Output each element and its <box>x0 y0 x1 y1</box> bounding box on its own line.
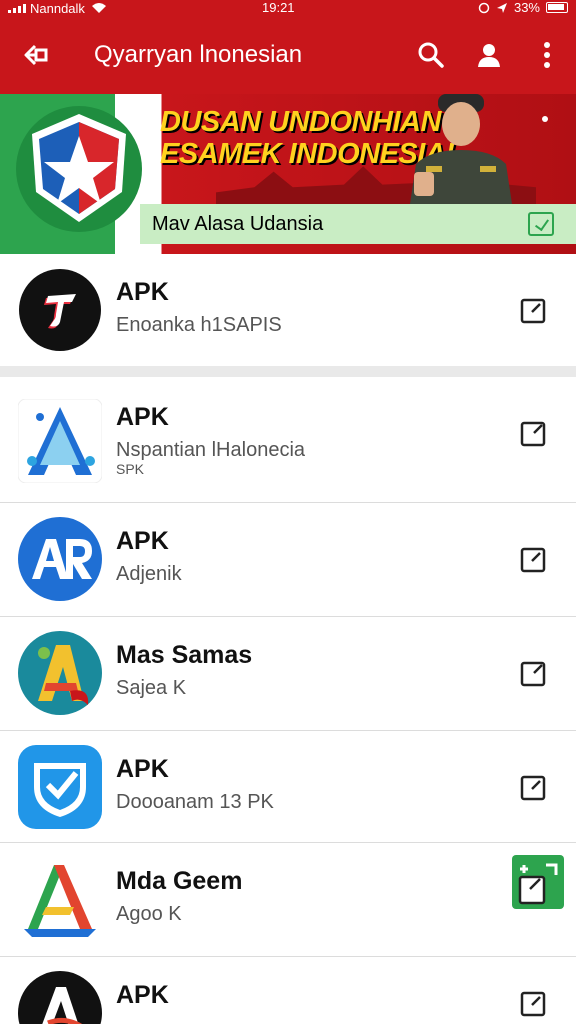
app-name: APK <box>116 403 169 431</box>
featured-card: APK Enoanka h1SAPIS <box>0 254 576 366</box>
app-subtitle-secondary: SPK <box>116 461 145 477</box>
banner-subtitle: Mav Alasa Udansia <box>152 212 324 235</box>
search-icon <box>418 42 444 68</box>
account-icon <box>478 44 500 67</box>
black-a-icon <box>18 971 102 1024</box>
app-name: APK <box>116 527 169 555</box>
arrow-back-icon <box>24 44 48 66</box>
location-icon <box>496 2 507 13</box>
app-row-6[interactable]: Mda Geem Agoo K <box>0 843 576 957</box>
shield-check-icon <box>18 745 102 829</box>
status-time: 19:21 <box>262 0 295 15</box>
account-button[interactable] <box>460 16 518 94</box>
open-icon[interactable] <box>520 547 546 573</box>
signal-icon <box>8 3 26 13</box>
app-row-4[interactable]: Mas Samas Sajea K <box>0 617 576 731</box>
more-options-button[interactable] <box>518 16 576 94</box>
star-shield-emblem-icon <box>16 106 142 232</box>
app-row-1[interactable]: APK Enoanka h1SAPIS <box>0 254 576 366</box>
banner-indicator <box>542 116 548 122</box>
app-subtitle: Nspantian lHalonecia <box>116 439 306 461</box>
alarm-icon <box>478 2 490 13</box>
ar-logo-icon <box>18 517 102 601</box>
app-row-7[interactable]: APK <box>0 957 576 1024</box>
open-icon[interactable] <box>520 421 546 447</box>
tricolor-a-icon <box>24 865 96 937</box>
app-subtitle: Doooanam 13 PK <box>116 791 274 813</box>
open-icon[interactable] <box>520 775 546 801</box>
app-subtitle: Adjenik <box>116 563 182 585</box>
wifi-icon <box>91 3 106 13</box>
colorful-a-icon <box>18 631 102 715</box>
open-icon[interactable] <box>520 298 546 324</box>
search-button[interactable] <box>402 16 460 94</box>
open-icon[interactable] <box>520 991 546 1017</box>
app-name: Mda Geem <box>116 867 243 895</box>
carrier-name: Nanndalk <box>30 0 85 16</box>
arrow-a-icon <box>18 399 102 483</box>
app-bar: Qyarryan lnonesian <box>0 16 576 94</box>
app-subtitle: Sajea K <box>116 677 187 699</box>
more-vert-icon <box>544 42 550 68</box>
app-subtitle: Agoo K <box>116 903 182 925</box>
app-row-5[interactable]: APK Doooanam 13 PK <box>0 731 576 843</box>
app-name: Mas Samas <box>116 641 253 669</box>
check-icon[interactable] <box>528 212 554 236</box>
app-row-3[interactable]: APK Adjenik <box>0 503 576 617</box>
tiktok-style-icon <box>19 269 101 351</box>
app-name: APK <box>116 981 169 1009</box>
app-subtitle: Enoanka h1SAPIS <box>116 314 282 336</box>
open-icon[interactable] <box>520 661 546 687</box>
page-title: Qyarryan lnonesian <box>94 41 303 68</box>
app-name: APK <box>116 755 169 783</box>
promo-banner[interactable]: DUSAN UNDONHIAN ESAMEK INDONESIA! Mav Al… <box>0 94 576 254</box>
banner-subtitle-bar: Mav Alasa Udansia <box>140 204 576 244</box>
battery-percent: 33% <box>513 0 540 15</box>
status-bar: Nanndalk 19:21 33% <box>0 0 576 16</box>
app-name: APK <box>116 278 169 306</box>
add-shortcut-icon[interactable] <box>512 855 564 909</box>
app-row-2[interactable]: APK Nspantian lHalonecia SPK <box>0 377 576 503</box>
soldier-illustration <box>410 94 512 204</box>
app-list: APK Nspantian lHalonecia SPK APK Adjenik… <box>0 377 576 1024</box>
back-button[interactable] <box>0 16 72 94</box>
battery-icon <box>546 2 568 13</box>
